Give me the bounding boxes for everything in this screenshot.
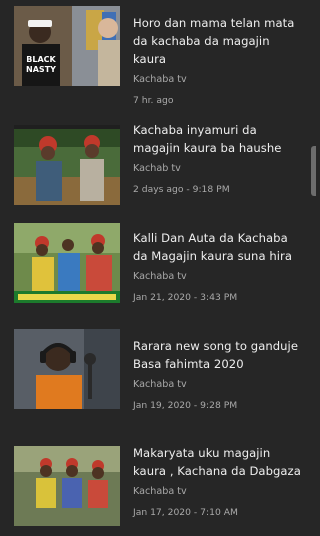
svg-text:NASTY: NASTY bbox=[26, 65, 56, 74]
video-thumbnail[interactable] bbox=[14, 446, 120, 526]
channel-name[interactable]: Kachaba tv bbox=[133, 486, 305, 498]
thumbnail-image-5 bbox=[14, 446, 120, 526]
upload-date: Jan 17, 2020 - 7:10 AM bbox=[133, 507, 238, 518]
channel-name[interactable]: Kachaba tv bbox=[133, 379, 305, 391]
video-thumbnail[interactable]: BLACK NASTY bbox=[14, 6, 120, 86]
video-title[interactable]: Kalli Dan Auta da Kachaba da Magajin kau… bbox=[133, 229, 305, 265]
thumbnail-image-3 bbox=[14, 223, 120, 303]
upload-date: Jan 21, 2020 - 3:43 PM bbox=[133, 292, 238, 303]
channel-name[interactable]: Kachaba tv bbox=[133, 271, 305, 283]
video-thumbnail[interactable] bbox=[14, 125, 120, 205]
upload-date: 2 days ago - 9:18 PM bbox=[133, 184, 230, 195]
upload-date: Jan 19, 2020 - 9:28 PM bbox=[133, 400, 238, 411]
scrollbar-thumb[interactable] bbox=[311, 146, 316, 196]
video-thumbnail[interactable] bbox=[14, 329, 120, 409]
video-item[interactable]: Kalli Dan Auta da Kachaba da Magajin kau… bbox=[0, 221, 316, 321]
video-item[interactable]: Makaryata uku magajin kaura , Kachana da… bbox=[0, 436, 316, 536]
upload-date: 7 hr. ago bbox=[133, 95, 174, 106]
thumbnail-image-4 bbox=[14, 329, 120, 409]
channel-name[interactable]: Kachaba tv bbox=[133, 74, 305, 86]
video-title[interactable]: Horo dan mama telan mata da kachaba da m… bbox=[133, 14, 305, 68]
video-item[interactable]: BLACK NASTY Horo dan mama telan mata da … bbox=[0, 6, 316, 106]
video-title[interactable]: Makaryata uku magajin kaura , Kachana da… bbox=[133, 444, 305, 480]
video-item[interactable]: Kachaba inyamuri da magajin kaura ba hau… bbox=[0, 113, 316, 213]
video-title[interactable]: Kachaba inyamuri da magajin kaura ba hau… bbox=[133, 121, 305, 157]
video-title[interactable]: Rarara new song to ganduje Basa fahimta … bbox=[133, 337, 305, 373]
thumbnail-image-1: BLACK NASTY bbox=[14, 6, 120, 86]
video-thumbnail[interactable] bbox=[14, 223, 120, 303]
channel-name[interactable]: Kachab tv bbox=[133, 163, 305, 175]
video-item[interactable]: Rarara new song to ganduje Basa fahimta … bbox=[0, 329, 316, 429]
svg-text:BLACK: BLACK bbox=[26, 55, 56, 64]
thumbnail-image-2 bbox=[14, 125, 120, 205]
